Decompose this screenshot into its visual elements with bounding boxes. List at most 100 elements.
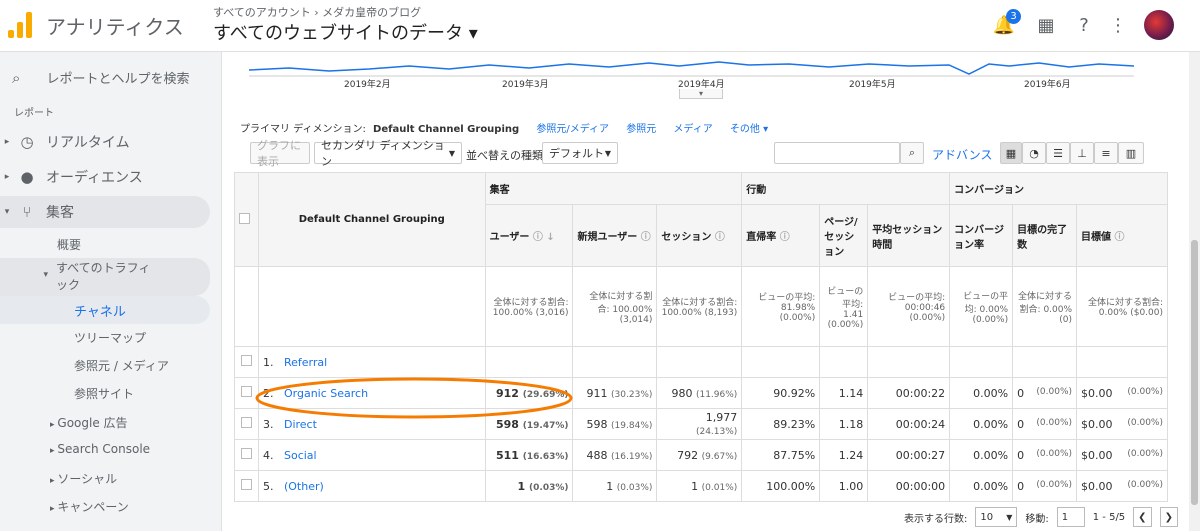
totals-row: 全体に対する割合: 100.00% (3,016) 全体に対する割合: 100.… — [234, 266, 1168, 347]
pagination: 表示する行数: 10 ▼ 移動: 1 1 - 5/5 ❮ ❯ — [904, 507, 1178, 527]
term-cloud-icon[interactable]: ≡ — [1094, 142, 1118, 164]
chart-x-label: 2019年2月 — [344, 80, 391, 90]
app-name: アナリティクス — [46, 15, 184, 39]
caret-down-icon: ▾ — [43, 270, 48, 280]
apps-grid-icon[interactable]: ▦ — [1034, 13, 1058, 37]
pie-view-icon[interactable]: ◔ — [1022, 142, 1046, 164]
help-icon[interactable]: ? — [1072, 13, 1096, 37]
section-label: レポート — [14, 108, 54, 119]
advanced-filter-link[interactable]: アドバンス — [932, 146, 992, 163]
col-goal-value[interactable]: 目標値 ⓘ — [1076, 204, 1168, 267]
comparison-view-icon[interactable]: ⊥ — [1070, 142, 1094, 164]
highlight-ellipse — [255, 377, 573, 419]
rows-label: 表示する行数: — [904, 513, 968, 525]
table-row: 5. (Other) 1 (0.03%) 1 (0.03%) 1 (0.01%) 100… — [234, 470, 1168, 502]
sidebar-item-realtime[interactable]: ▸ ◷ リアルタイム — [0, 126, 210, 158]
total-sessions: 全体に対する割合: 100.00% (8,193) — [656, 266, 743, 347]
chart-x-label: 2019年6月 — [1024, 80, 1071, 90]
sidebar-item-referrals[interactable]: 参照サイト — [74, 385, 134, 402]
secondary-dimension-select[interactable]: セカンダリ ディメンション ▼ — [314, 139, 462, 168]
chart-series-line — [249, 61, 1134, 75]
sidebar-item-google-ads[interactable]: ▸ Google 広告 — [50, 414, 128, 431]
search-icon: ⌕ — [12, 69, 21, 87]
more-vert-icon[interactable]: ⋮ — [1106, 13, 1130, 37]
prev-page-icon[interactable]: ❮ — [1133, 507, 1152, 527]
pivot-view-icon[interactable]: ▥ — [1118, 142, 1144, 164]
sidebar-item-acquisition[interactable]: ▾ ⑂ 集客 — [0, 196, 210, 228]
person-icon: ● — [20, 168, 34, 186]
col-goal-completions[interactable]: 目標の完了数 — [1012, 204, 1078, 267]
plot-rows-button[interactable]: グラフに表示 — [250, 139, 310, 168]
total-goal-value: 全体に対する割合: 0.00% ($0.00) — [1076, 266, 1168, 347]
caret-right-icon: ▸ — [4, 137, 10, 147]
avg-bounce: ビューの平均: 81.98% (0.00%) — [741, 266, 821, 347]
avg-pages: ビューの平均: 1.41 (0.00%) — [819, 266, 869, 347]
goto-page-input[interactable]: 1 — [1056, 507, 1085, 527]
dimension-other[interactable]: その他 ▾ — [730, 124, 768, 135]
analytics-logo[interactable] — [8, 12, 34, 38]
sidebar-item-social[interactable]: ▸ ソーシャル — [50, 470, 117, 487]
table-row: 4. Social 511 (16.63%) 488 (16.19%) 792 (9.… — [234, 439, 1168, 471]
col-dimension[interactable]: Default Channel Grouping — [257, 172, 486, 267]
sidebar-search[interactable]: ⌕ レポートとヘルプを検索 — [12, 68, 190, 87]
dimension-current: Default Channel Grouping — [373, 124, 520, 135]
channel-cell[interactable]: 1. Referral — [257, 346, 486, 378]
group-behavior: 行動 — [741, 172, 951, 205]
sidebar-item-treemap[interactable]: ツリーマップ — [74, 329, 146, 346]
sidebar-item-all-traffic[interactable]: ▾ すべてのトラフィック — [0, 258, 210, 296]
chart-x-label: 2019年5月 — [849, 80, 896, 90]
sidebar-item-audience[interactable]: ▸ ● オーディエンス — [0, 161, 210, 193]
main-content: 2019年2月 2019年3月 2019年4月 2019年5月 2019年6月 … — [234, 52, 1189, 531]
dimension-medium[interactable]: メディア — [673, 124, 712, 135]
col-users[interactable]: ユーザー ⓘ ↓ — [484, 204, 574, 267]
row-checkbox[interactable] — [234, 346, 259, 378]
notification-badge: 3 — [1006, 9, 1021, 24]
sidebar-item-overview[interactable]: 概要 — [57, 236, 81, 253]
select-all-checkbox[interactable] — [234, 172, 259, 267]
vertical-scrollbar[interactable] — [1189, 52, 1200, 531]
sidebar: ⌕ レポートとヘルプを検索 レポート ▸ ◷ リアルタイム ▸ ● オーディエン… — [0, 52, 222, 531]
top-bar: アナリティクス すべてのアカウント › メダカ皇帝のブログ すべてのウェブサイト… — [0, 0, 1200, 52]
avg-conv-rate: ビューの平均: 0.00% (0.00%) — [949, 266, 1014, 347]
total-users: 全体に対する割合: 100.00% (3,016) — [484, 266, 574, 347]
sidebar-item-source-medium[interactable]: 参照元 / メディア — [74, 357, 169, 374]
channel-cell[interactable]: 5. (Other) — [257, 470, 486, 502]
channel-cell[interactable]: 4. Social — [257, 439, 486, 471]
sidebar-item-search-console[interactable]: ▸ Search Console — [50, 442, 150, 456]
search-icon[interactable]: ⌕ — [900, 142, 924, 164]
table-search-input[interactable] — [774, 142, 900, 164]
sort-type-label: 並べ替えの種類: — [466, 149, 547, 162]
avatar[interactable] — [1144, 10, 1174, 40]
col-bounce-rate[interactable]: 直帰率 ⓘ — [741, 204, 821, 267]
col-sessions[interactable]: セッション ⓘ — [656, 204, 743, 267]
col-avg-duration[interactable]: 平均セッション時間 — [867, 204, 951, 267]
col-conversion-rate[interactable]: コンバージョン率 — [949, 204, 1014, 267]
total-new-users: 全体に対する割合: 100.00% (3,014) — [572, 266, 658, 347]
sidebar-item-channels[interactable]: チャネル — [0, 296, 210, 324]
table-toolbar: グラフに表示 セカンダリ ディメンション ▼ 並べ替えの種類: デフォルト ▼ ⌕ … — [250, 139, 1170, 168]
breadcrumb[interactable]: すべてのアカウント › メダカ皇帝のブログ — [213, 4, 421, 20]
table-row: 1. Referral — [234, 346, 1168, 378]
sidebar-item-campaigns[interactable]: ▸ キャンペーン — [50, 498, 129, 515]
col-pages-per-session[interactable]: ページ/セッション — [819, 204, 869, 267]
chart-expand-handle[interactable]: ▾ — [679, 89, 723, 99]
group-conversion: コンバージョン — [949, 172, 1168, 205]
dimension-source[interactable]: 参照元 — [626, 124, 656, 135]
primary-dimension-bar: プライマリ ディメンション: Default Channel Grouping … — [240, 124, 769, 135]
clock-icon: ◷ — [20, 133, 34, 151]
next-page-icon[interactable]: ❯ — [1159, 507, 1178, 527]
performance-view-icon[interactable]: ☰ — [1046, 142, 1070, 164]
row-checkbox[interactable] — [234, 439, 259, 471]
row-checkbox[interactable] — [234, 470, 259, 502]
dimension-source-medium[interactable]: 参照元/メディア — [536, 124, 609, 135]
caret-down-icon: ▾ — [4, 207, 10, 217]
sort-type-select[interactable]: デフォルト ▼ — [542, 142, 618, 164]
property-selector[interactable]: すべてのウェブサイトのデータ ▾ — [213, 19, 478, 45]
rows-per-page-select[interactable]: 10 ▼ — [975, 507, 1018, 527]
page-range: 1 - 5/5 — [1092, 511, 1126, 523]
goto-label: 移動: — [1025, 513, 1049, 525]
total-goal-comp: 全体に対する割合: 0.00% (0) — [1012, 266, 1078, 347]
col-new-users[interactable]: 新規ユーザー ⓘ — [572, 204, 658, 267]
search-label: レポートとヘルプを検索 — [46, 72, 190, 87]
table-view-icon[interactable]: ▦ — [1000, 142, 1022, 164]
